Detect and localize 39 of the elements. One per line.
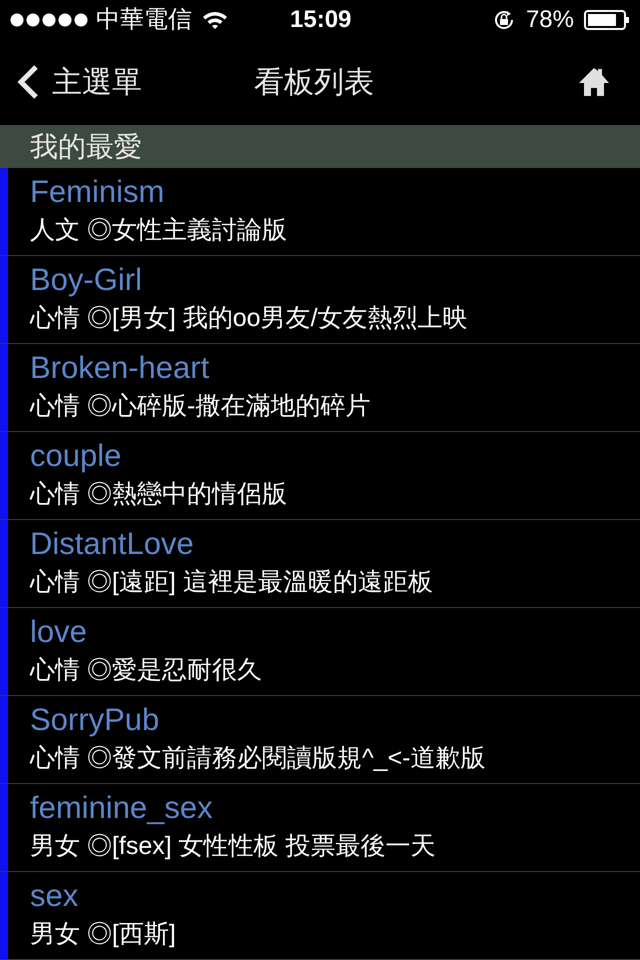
board-description: 心情 ◎[男女] 我的oo男友/女友熱烈上映 bbox=[30, 303, 468, 334]
board-name: sex bbox=[30, 877, 80, 915]
board-item[interactable]: sex 男女 ◎[西斯] bbox=[0, 872, 640, 960]
board-description: 心情 ◎[遠距] 這裡是最溫暖的遠距板 bbox=[30, 567, 433, 598]
battery-icon bbox=[584, 10, 630, 30]
board-name: Feminism bbox=[30, 173, 166, 211]
board-item[interactable]: Feminism 人文 ◎女性主義討論版 bbox=[0, 168, 640, 256]
battery-percent: 78% bbox=[526, 4, 574, 35]
board-name: feminine_sex bbox=[30, 789, 214, 827]
board-name: DistantLove bbox=[30, 525, 195, 563]
chevron-left-icon bbox=[16, 64, 40, 100]
home-icon bbox=[578, 67, 610, 98]
carrier-name: 中華電信 bbox=[96, 4, 192, 35]
board-description: 男女 ◎[西斯] bbox=[30, 919, 176, 950]
board-name: Broken-heart bbox=[30, 349, 210, 387]
home-button[interactable] bbox=[578, 67, 610, 98]
board-name: love bbox=[30, 613, 88, 651]
clock-time: 15:09 bbox=[290, 4, 352, 35]
page-title: 看板列表 bbox=[254, 64, 374, 101]
board-description: 人文 ◎女性主義討論版 bbox=[30, 215, 287, 246]
board-item[interactable]: Broken-heart 心情 ◎心碎版-撒在滿地的碎片 bbox=[0, 344, 640, 432]
board-item[interactable]: Boy-Girl 心情 ◎[男女] 我的oo男友/女友熱烈上映 bbox=[0, 256, 640, 344]
board-item[interactable]: couple 心情 ◎熱戀中的情侶版 bbox=[0, 432, 640, 520]
board-item[interactable]: SorryPub 心情 ◎發文前請務必閱讀版規^_<-道歉版 bbox=[0, 696, 640, 784]
back-button[interactable]: 主選單 bbox=[16, 60, 142, 105]
board-item[interactable]: DistantLove 心情 ◎[遠距] 這裡是最溫暖的遠距板 bbox=[0, 520, 640, 608]
board-description: 心情 ◎愛是忍耐很久 bbox=[30, 655, 262, 686]
section-title: 我的最愛 bbox=[30, 130, 142, 164]
board-name: couple bbox=[30, 437, 122, 475]
board-description: 男女 ◎[fsex] 女性性板 投票最後一天 bbox=[30, 831, 436, 862]
wifi-icon bbox=[202, 10, 228, 30]
board-description: 心情 ◎熱戀中的情侶版 bbox=[30, 479, 287, 510]
board-item[interactable]: love 心情 ◎愛是忍耐很久 bbox=[0, 608, 640, 696]
board-item[interactable]: feminine_sex 男女 ◎[fsex] 女性性板 投票最後一天 bbox=[0, 784, 640, 872]
signal-icon bbox=[10, 12, 90, 27]
board-description: 心情 ◎心碎版-撒在滿地的碎片 bbox=[30, 391, 370, 422]
board-description: 心情 ◎發文前請務必閱讀版規^_<-道歉版 bbox=[30, 743, 486, 774]
board-name: Boy-Girl bbox=[30, 261, 143, 299]
board-name: SorryPub bbox=[30, 701, 160, 739]
